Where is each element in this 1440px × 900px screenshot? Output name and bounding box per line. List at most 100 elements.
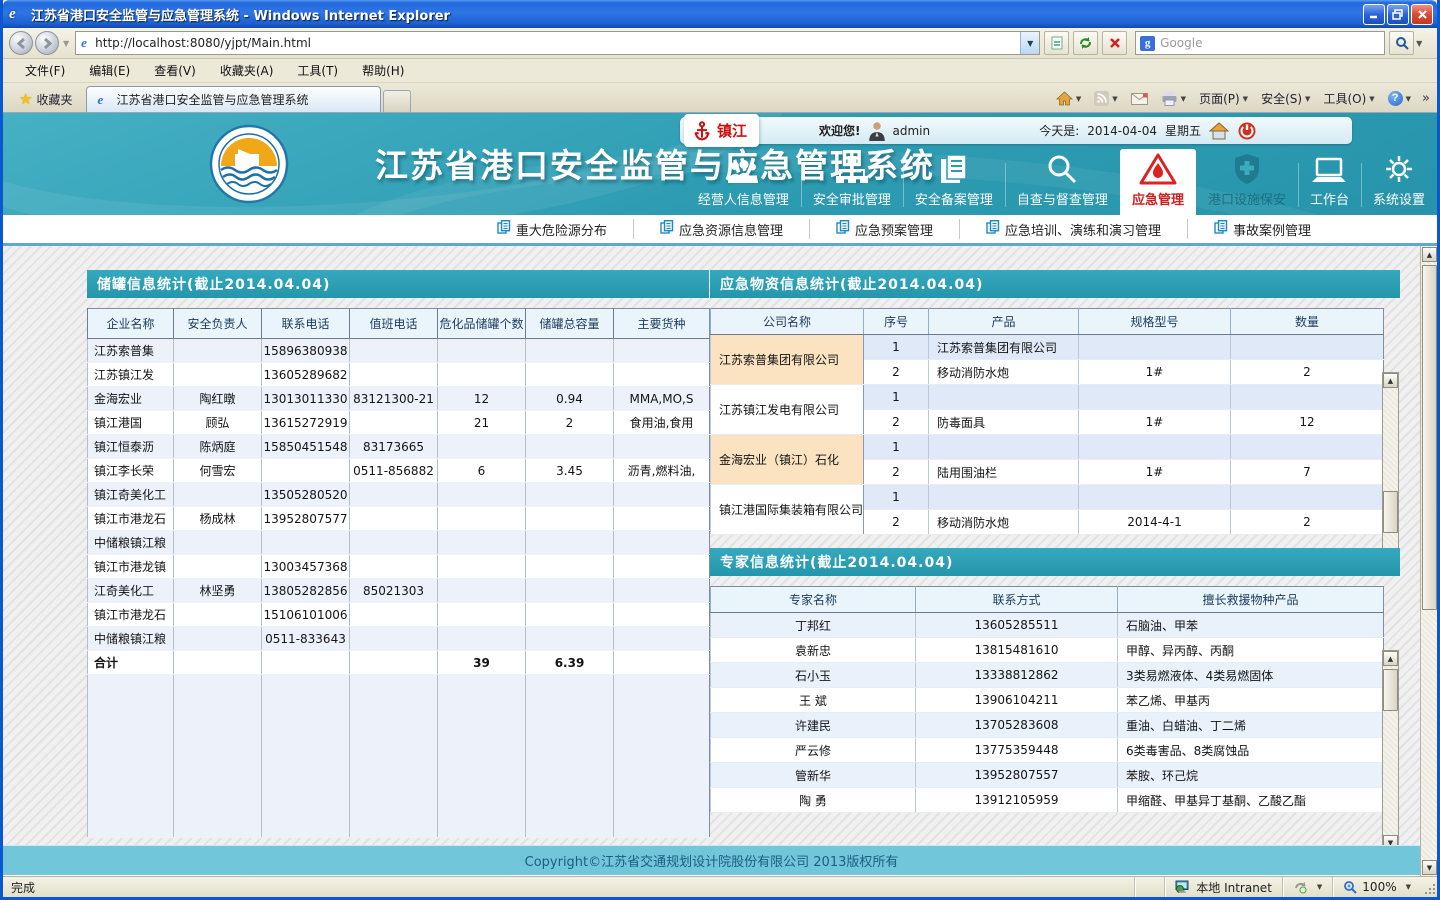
table-row[interactable]: 金海宏业陶红暾1301301133083121300-21120.94MMA,M… xyxy=(88,387,710,411)
browser-window: e 江苏省港口安全监管与应急管理系统 - Windows Internet Ex… xyxy=(0,0,1440,900)
protected-mode-control[interactable]: ▼ xyxy=(1282,877,1332,897)
scroll-up-button[interactable]: ▲ xyxy=(1383,651,1398,666)
column-header: 储罐总容量 xyxy=(526,309,614,339)
scroll-up-button[interactable]: ▲ xyxy=(1422,247,1437,262)
help-button[interactable]: ?▼ xyxy=(1383,89,1416,108)
restore-button[interactable] xyxy=(1387,4,1409,25)
nav-item-document[interactable]: 安全备案管理 xyxy=(903,153,1005,215)
search-dropdown[interactable]: ▼ xyxy=(1416,39,1422,48)
history-dropdown[interactable]: ▼ xyxy=(63,39,69,48)
subnav-item[interactable]: 重大危险源分布 xyxy=(471,219,633,239)
home-icon[interactable] xyxy=(1209,121,1229,141)
address-dropdown[interactable]: ▼ xyxy=(1020,32,1039,54)
supplies-scrollbar[interactable]: ▲ ▼ xyxy=(1382,372,1399,573)
copyright-footer: Copyright©江苏省交通规划设计院股份有限公司 2013版权所有 xyxy=(3,845,1420,875)
menu-item[interactable]: 收藏夹(A) xyxy=(208,59,286,82)
laptop-icon xyxy=(1310,157,1348,185)
menu-item[interactable]: 文件(F) xyxy=(13,59,77,82)
zone-indicator: 本地 Intranet xyxy=(1164,877,1282,897)
table-row[interactable]: 镇江奇美化工13505280520 xyxy=(88,483,710,507)
toolbar-overflow-chevron[interactable]: » xyxy=(1419,91,1433,106)
table-row[interactable]: 许建民13705283608重油、白蜡油、丁二烯 xyxy=(711,713,1384,738)
scroll-thumb[interactable] xyxy=(1422,265,1437,610)
nav-item-shield[interactable]: 港口设施保安 xyxy=(1196,153,1298,215)
supplies-table: 公司名称序号产品规格型号数量 江苏索普集团有限公司1江苏索普集团有限公司2移动消… xyxy=(710,308,1384,535)
compatibility-view-button[interactable] xyxy=(1044,31,1069,55)
status-text: 完成 xyxy=(3,879,1134,896)
tab-active[interactable]: e 江苏省港口安全监管与应急管理系统 xyxy=(86,86,381,112)
safety-menu-button[interactable]: 安全(S)▼ xyxy=(1256,88,1315,109)
refresh-button[interactable] xyxy=(1073,31,1098,55)
table-row[interactable]: 江苏索普集15896380938 xyxy=(88,339,710,363)
table-row[interactable]: 镇江市港龙石杨成林13952807577 xyxy=(88,507,710,531)
nav-item-laptop[interactable]: 工作台 xyxy=(1298,153,1361,215)
table-row[interactable]: 江奇美化工林坚勇1380528285685021303 xyxy=(88,579,710,603)
forward-button[interactable] xyxy=(35,31,59,55)
table-row[interactable]: 合计396.39 xyxy=(88,651,710,675)
table-row[interactable]: 陶 勇13912105959甲缩醛、甲基异丁基酮、乙酸乙酯 xyxy=(711,788,1384,813)
logout-icon[interactable] xyxy=(1237,121,1257,141)
scroll-thumb[interactable] xyxy=(1383,669,1398,711)
tab-favicon: e xyxy=(97,93,111,107)
back-button[interactable] xyxy=(9,31,33,55)
nav-item-gear[interactable]: 系统设置 xyxy=(1361,153,1437,215)
table-row[interactable]: 江苏镇江发13605289682 xyxy=(88,363,710,387)
new-tab-stub[interactable] xyxy=(383,90,411,112)
menu-item[interactable]: 编辑(E) xyxy=(77,59,142,82)
resize-grip[interactable] xyxy=(1421,877,1437,897)
minimize-button[interactable] xyxy=(1363,4,1385,25)
menu-item[interactable]: 工具(T) xyxy=(285,59,350,82)
zoom-mode-icon xyxy=(1293,880,1308,894)
url-text: http://localhost:8080/yjpt/Main.html xyxy=(95,36,1020,50)
nav-item-warning-triangle[interactable]: 应急管理 xyxy=(1120,149,1196,215)
search-button[interactable] xyxy=(1389,31,1414,55)
feeds-button[interactable]: ▼ xyxy=(1089,89,1122,108)
table-row[interactable]: 管新华13952807557苯胺、环己烷 xyxy=(711,763,1384,788)
page-menu-button[interactable]: 页面(P)▼ xyxy=(1194,88,1253,109)
home-button[interactable]: ▼ xyxy=(1051,89,1086,108)
table-row[interactable]: 镇江港国顾弘13615272919212食用油,食用 xyxy=(88,411,710,435)
scroll-down-button[interactable]: ▼ xyxy=(1422,860,1437,875)
mail-button[interactable] xyxy=(1126,91,1153,107)
table-row[interactable]: 江苏索普集团有限公司1江苏索普集团有限公司 xyxy=(711,335,1384,360)
nav-item-org-chart[interactable]: 安全审批管理 xyxy=(801,153,903,215)
experts-scrollbar[interactable]: ▲ ▼ xyxy=(1382,650,1399,851)
close-button[interactable] xyxy=(1411,4,1433,25)
scroll-thumb[interactable] xyxy=(1383,491,1398,533)
menu-item[interactable]: 帮助(H) xyxy=(350,59,416,82)
table-row[interactable]: 中储粮镇江粮 xyxy=(88,531,710,555)
stop-button[interactable] xyxy=(1102,31,1127,55)
table-row[interactable]: 镇江市港龙石15106101006 xyxy=(88,603,710,627)
tools-menu-button[interactable]: 工具(O)▼ xyxy=(1318,88,1379,109)
nav-item-magnifier[interactable]: 自查与督查管理 xyxy=(1005,153,1120,215)
help-icon: ? xyxy=(1388,91,1403,106)
address-field[interactable]: e http://localhost:8080/yjpt/Main.html ▼ xyxy=(75,31,1040,55)
menu-item[interactable]: 查看(V) xyxy=(142,59,208,82)
scroll-up-button[interactable]: ▲ xyxy=(1383,373,1398,388)
nav-item-users[interactable]: 经营人信息管理 xyxy=(686,153,801,215)
table-row[interactable]: 江苏镇江发电有限公司1 xyxy=(711,385,1384,410)
command-bar: ▼ ▼ ▼ 页面(P)▼ 安全(S)▼ 工具(O)▼ ?▼ » xyxy=(1051,88,1433,109)
subnav-item[interactable]: 应急预案管理 xyxy=(809,219,959,239)
table-row[interactable]: 丁邦红13605285511石脑油、甲苯 xyxy=(711,613,1384,638)
city-name: 镇江 xyxy=(717,120,747,141)
table-row[interactable]: 镇江市港龙镇13003457368 xyxy=(88,555,710,579)
table-row[interactable]: 金海宏业（镇江）石化1 xyxy=(711,435,1384,460)
subnav-item[interactable]: 应急资源信息管理 xyxy=(633,219,809,239)
favorites-button[interactable]: ★ 收藏夹 xyxy=(9,87,82,111)
table-row[interactable]: 镇江恒泰沥陈炳庭1585045154883173665 xyxy=(88,435,710,459)
print-button[interactable]: ▼ xyxy=(1156,89,1191,108)
table-row[interactable]: 中储粮镇江粮0511-833643 xyxy=(88,627,710,651)
page-scrollbar[interactable]: ▲ ▼ xyxy=(1420,246,1437,876)
subnav-item[interactable]: 事故案例管理 xyxy=(1187,219,1337,239)
table-row[interactable]: 镇江李长荣何雪宏0511-85688263.45沥青,燃料油, xyxy=(88,459,710,483)
table-row[interactable]: 袁新忠13815481610甲醇、异丙醇、丙酮 xyxy=(711,638,1384,663)
table-row[interactable]: 镇江港国际集装箱有限公司1 xyxy=(711,485,1384,510)
table-row[interactable]: 王 斌13906104211苯乙烯、甲基丙 xyxy=(711,688,1384,713)
table-row[interactable]: 石小玉133388128623类易燃液体、4类易燃固体 xyxy=(711,663,1384,688)
table-row[interactable]: 严云修137753594486类毒害品、8类腐蚀品 xyxy=(711,738,1384,763)
main-navigation: 经营人信息管理 安全审批管理 安全备案管理 自查与督查管理 应急管理 港口设施保… xyxy=(686,153,1437,215)
zoom-control[interactable]: 100% ▼ xyxy=(1332,877,1421,897)
subnav-item[interactable]: 应急培训、演练和演习管理 xyxy=(959,219,1187,239)
search-input[interactable]: g Google xyxy=(1135,31,1385,55)
